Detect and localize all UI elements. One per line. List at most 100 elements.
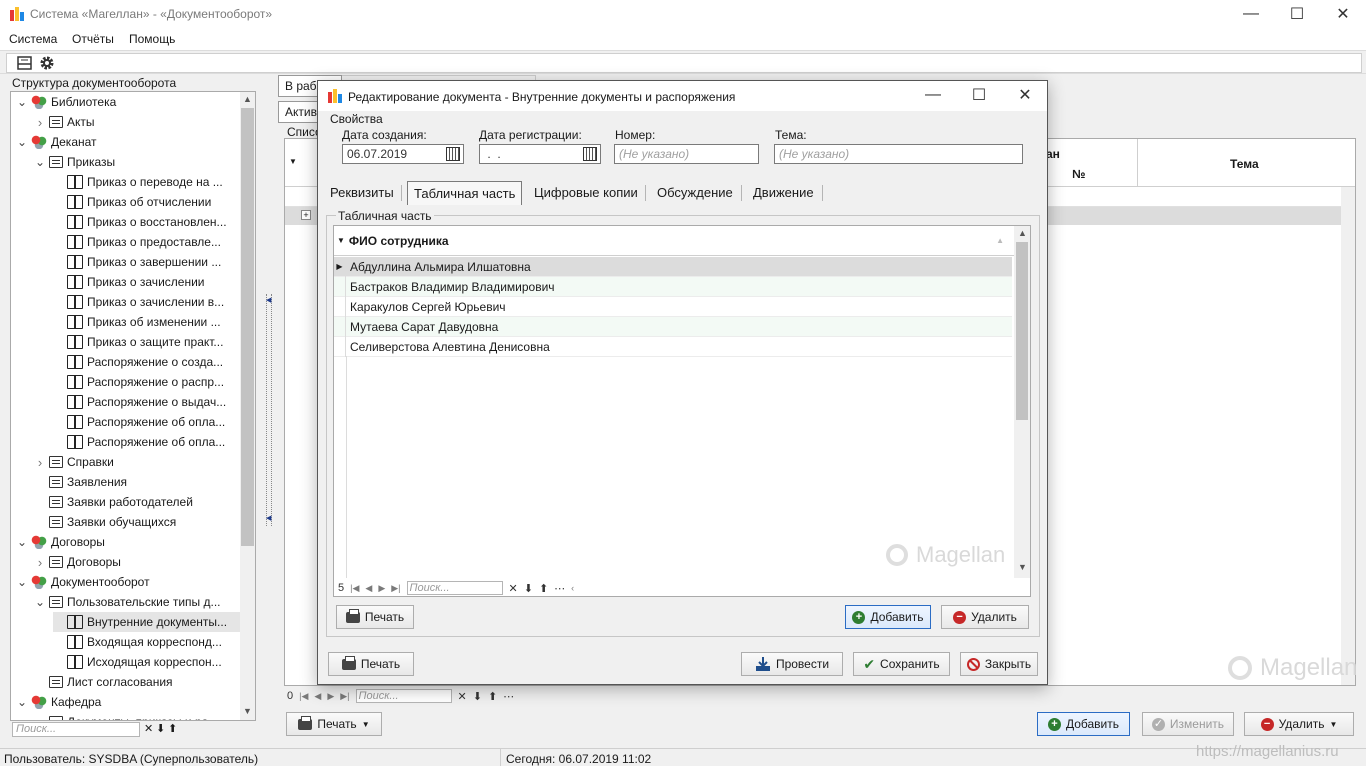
print-button[interactable]: Печать ▼ [286, 712, 382, 736]
scroll-down-icon[interactable]: ▼ [243, 706, 252, 716]
chevron-down-icon[interactable]: ⌄ [17, 136, 27, 148]
more-icon[interactable]: ⋯ [554, 582, 565, 595]
menu-system[interactable]: Система [9, 32, 57, 46]
splitter-arrow-icon[interactable]: ◀ [266, 514, 271, 522]
search-down-icon[interactable]: ⬇ [524, 582, 533, 595]
tree-item[interactable]: Распоряжение о выдач... [53, 392, 226, 412]
scroll-up-icon[interactable]: ▲ [1018, 228, 1027, 238]
clear-search-icon[interactable]: ✕ [509, 582, 518, 595]
tree-item[interactable]: Заявки работодателей [35, 492, 193, 512]
registered-date-input[interactable]: . . [479, 144, 601, 164]
tree-item[interactable]: › Договоры [35, 552, 121, 572]
tree-item[interactable]: Распоряжение о созда... [53, 352, 223, 372]
calendar-icon[interactable] [583, 147, 597, 161]
created-date-input[interactable]: 06.07.2019 [342, 144, 464, 164]
more-icon[interactable]: ⋯ [503, 690, 514, 703]
chevron-right-icon[interactable]: › [35, 115, 45, 130]
tab-requisites[interactable]: Реквизиты [324, 181, 400, 205]
minimize-button[interactable]: — [1228, 0, 1274, 28]
tree-item[interactable]: Приказ о переводе на ... [53, 172, 223, 192]
maximize-button[interactable]: ☐ [1274, 0, 1320, 28]
grid-search-input[interactable]: Поиск... [355, 689, 452, 703]
table-delete-button[interactable]: − Удалить [941, 605, 1029, 629]
table-add-button[interactable]: + Добавить [845, 605, 931, 629]
scroll-left-icon[interactable]: ‹ [571, 583, 574, 593]
panel-splitter[interactable]: ◀ ◀ [266, 294, 272, 526]
chevron-down-icon[interactable]: ⌄ [17, 536, 27, 548]
column-header-fio[interactable]: ФИО сотрудника [349, 234, 449, 248]
scroll-down-icon[interactable]: ▼ [1018, 562, 1027, 572]
nav-prev-icon[interactable]: ◀ [314, 691, 321, 702]
gear-icon[interactable] [39, 55, 55, 71]
tree-item[interactable]: Заявки обучащихся [35, 512, 176, 532]
calendar-icon[interactable] [446, 147, 460, 161]
tree-item[interactable]: Приказ о зачислении в... [53, 292, 224, 312]
tree-search-input[interactable]: Поиск... [12, 722, 140, 737]
menu-help[interactable]: Помощь [129, 32, 175, 46]
nav-next-icon[interactable]: ▶ [378, 583, 385, 594]
search-up-icon[interactable]: ⬆ [539, 582, 548, 595]
column-menu-icon[interactable]: ▼ [337, 236, 345, 245]
clear-search-icon[interactable]: ✕ [144, 722, 153, 735]
structure-tree[interactable]: ⌄ Библиотека › Акты ⌄ Деканат ⌄ Приказы Приказ о… [10, 91, 256, 721]
employees-scroll-thumb[interactable] [1016, 242, 1028, 420]
splitter-arrow-icon[interactable]: ◀ [266, 296, 271, 304]
column-header-topic[interactable]: Тема [1230, 157, 1259, 171]
tree-item[interactable]: Заявления [35, 472, 127, 492]
tree-item[interactable]: Приказ об отчислении [53, 192, 211, 212]
number-input[interactable]: (Не указано) [614, 144, 759, 164]
chevron-right-icon[interactable]: › [35, 555, 45, 570]
dialog-maximize-button[interactable]: ☐ [956, 81, 1002, 109]
table-row[interactable]: Мутаева Сарат Давудовна [334, 316, 1012, 337]
tree-item[interactable]: ⌄ Договоры [17, 532, 105, 552]
tree-item[interactable]: Приказ о восстановлен... [53, 212, 227, 232]
tree-item[interactable]: Приказ о завершении ... [53, 252, 221, 272]
nav-first-icon[interactable]: |◀ [299, 691, 308, 702]
tab-digital-copies[interactable]: Цифровые копии [528, 181, 644, 205]
tree-item[interactable]: Распоряжение о распр... [53, 372, 224, 392]
tree-item[interactable]: ⌄ Документооборот [17, 572, 150, 592]
tree-item[interactable]: Документы, приказы и ра... [35, 712, 218, 720]
chevron-right-icon[interactable]: › [35, 455, 45, 470]
add-button[interactable]: + Добавить [1037, 712, 1130, 736]
dialog-minimize-button[interactable]: — [910, 81, 956, 109]
nav-prev-icon[interactable]: ◀ [365, 583, 372, 594]
search-down-icon[interactable]: ⬇ [473, 690, 482, 703]
tree-item[interactable]: Лист согласования [35, 672, 173, 692]
table-row[interactable]: ▶ Абдуллина Альмира Илшатовна [334, 256, 1012, 277]
tree-item[interactable]: ⌄ Пользовательские типы д... [35, 592, 221, 612]
clear-search-icon[interactable]: ✕ [458, 690, 467, 703]
menu-reports[interactable]: Отчёты [72, 32, 114, 46]
tree-item[interactable]: ⌄ Приказы [35, 152, 115, 172]
tree-item[interactable]: ⌄ Библиотека [17, 92, 116, 112]
close-button[interactable]: ✕ [1320, 0, 1366, 28]
save-button[interactable]: ✔ Сохранить [853, 652, 950, 676]
tree-item[interactable]: Внутренние документы... [53, 612, 247, 632]
tree-item[interactable]: Распоряжение об опла... [53, 412, 225, 432]
nav-last-icon[interactable]: ▶| [391, 583, 400, 594]
table-row[interactable]: Каракулов Сергей Юрьевич [334, 296, 1012, 317]
search-down-icon[interactable]: ⬇ [156, 722, 165, 735]
employees-grid[interactable]: ▼ ФИО сотрудника ▲ ▶ Абдуллина Альмира Ил… [333, 225, 1031, 597]
close-dialog-button[interactable]: Закрыть [960, 652, 1038, 676]
scroll-up-icon[interactable]: ▲ [243, 94, 252, 104]
nav-first-icon[interactable]: |◀ [350, 583, 359, 594]
inbox-icon[interactable] [17, 56, 32, 70]
tree-item[interactable]: › Справки [35, 452, 114, 472]
tree-item[interactable]: ⌄ Деканат [17, 132, 97, 152]
dialog-close-button[interactable]: ✕ [1002, 81, 1048, 109]
tree-item[interactable]: Приказ о зачислении [53, 272, 204, 292]
tree-item[interactable]: Распоряжение об опла... [53, 432, 225, 452]
chevron-down-icon[interactable]: ⌄ [35, 156, 45, 168]
column-header-an[interactable]: ан [1046, 147, 1060, 161]
tree-item[interactable]: Входящая корреспонд... [53, 632, 222, 652]
topic-input[interactable]: (Не указано) [774, 144, 1023, 164]
search-up-icon[interactable]: ⬆ [168, 722, 177, 735]
tab-table-part[interactable]: Табличная часть [407, 181, 523, 205]
tree-scrollbar[interactable]: ▲ ▼ [240, 92, 255, 720]
delete-button[interactable]: − Удалить ▼ [1244, 712, 1354, 736]
table-row[interactable]: Бастраков Владимир Владимирович [334, 276, 1012, 297]
grid-scrollbar[interactable] [1341, 187, 1355, 685]
column-menu-icon[interactable]: ▼ [289, 157, 297, 166]
chevron-down-icon[interactable]: ⌄ [17, 576, 27, 588]
